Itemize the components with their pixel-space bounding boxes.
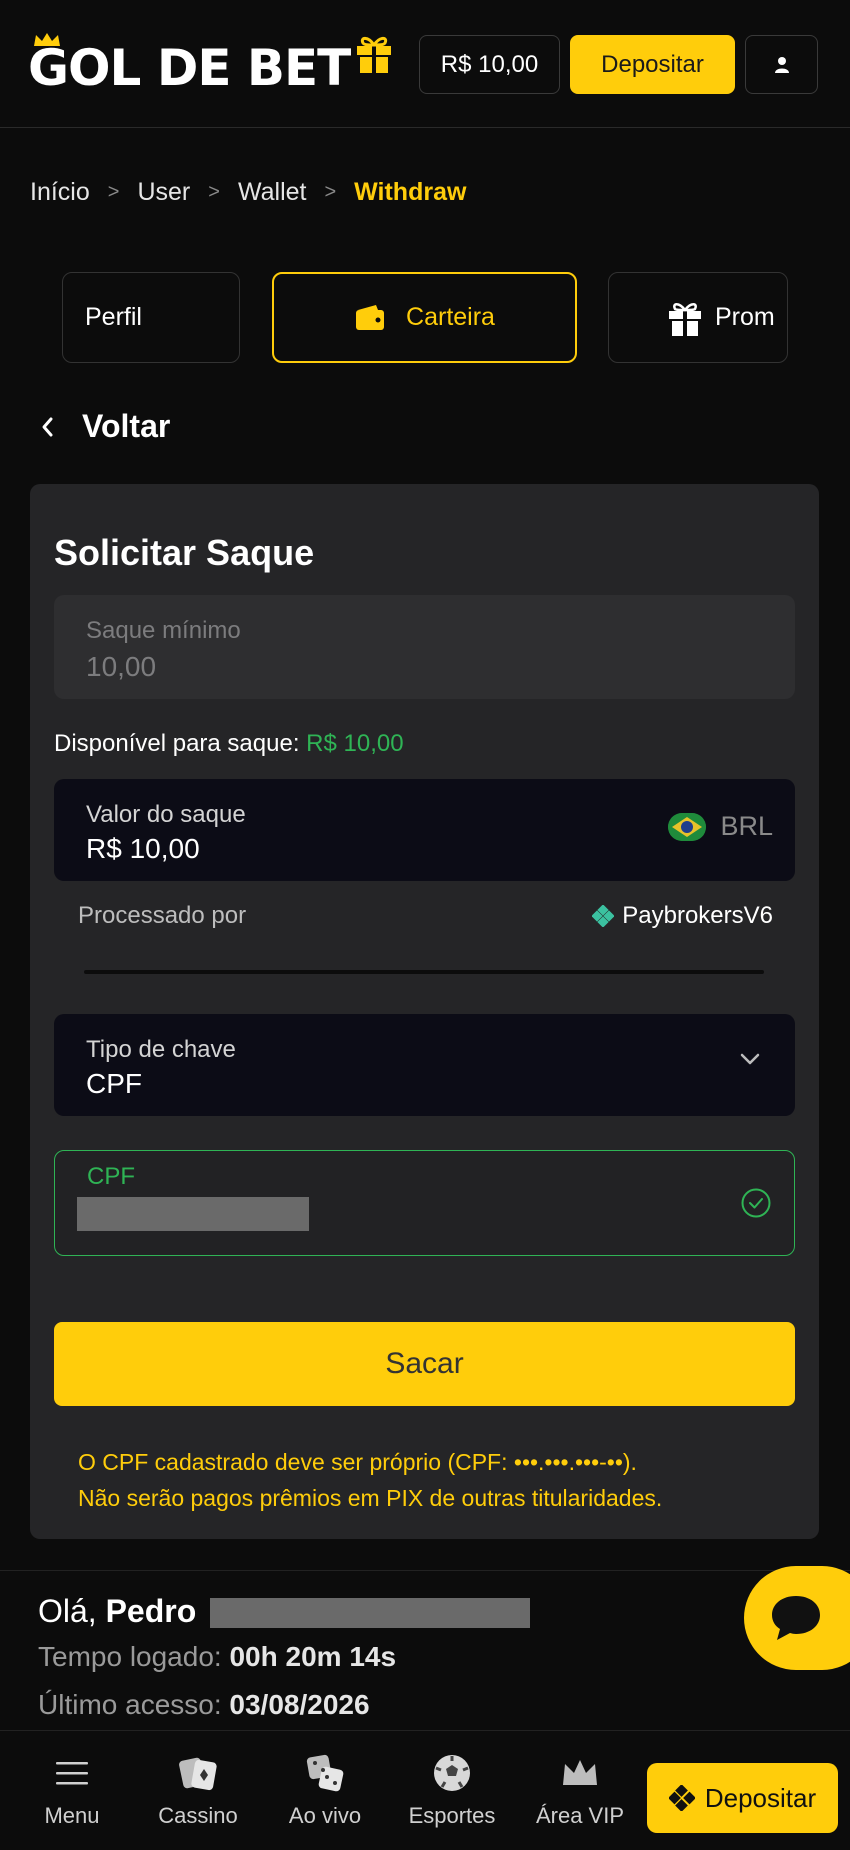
top-header: GOL DE BET R$ 10,00 Depositar [0,0,850,128]
logo[interactable]: GOL DE BET [28,33,351,98]
breadcrumb-separator: > [107,181,120,203]
withdraw-amount-input[interactable]: R$ 10,00 [86,833,200,865]
key-type-select[interactable]: Tipo de chave CPF [54,1014,795,1116]
available-balance: Disponível para saque: R$ 10,00 [54,730,404,758]
withdraw-submit-button[interactable]: Sacar [54,1322,795,1406]
time-logged-value: 00h 20m 14s [229,1641,397,1672]
crown-icon [563,1760,597,1785]
tab-label: Perfil [85,303,142,331]
nav-menu[interactable]: Menu [22,1731,122,1850]
crown-icon [34,33,60,46]
breadcrumb-wallet[interactable]: Wallet [238,178,307,207]
breadcrumb-user[interactable]: User [137,178,190,207]
nav-deposit-label: Depositar [704,1782,817,1813]
available-amount: R$ 10,00 [306,730,404,757]
greeting-name: Pedro [105,1593,197,1629]
nav-label: Cassino [158,1803,238,1828]
surname-redacted [210,1598,530,1628]
deposit-button[interactable]: Depositar [570,35,735,94]
greeting-text: Olá, Pedro [38,1593,196,1630]
available-label: Disponível para saque: [54,730,300,757]
tab-promocoes[interactable]: Prom [608,272,788,363]
dice-icon [306,1754,344,1792]
nav-deposit-button[interactable]: Depositar [647,1763,838,1833]
processed-by-label: Processado por [78,902,247,929]
cpf-value-redacted[interactable] [77,1197,309,1231]
provider-name: PaybrokersV6 [622,902,773,929]
check-circle-icon [741,1188,771,1218]
withdraw-amount-label: Valor do saque [86,801,246,828]
nav-label: Área VIP [535,1803,625,1828]
tab-carteira[interactable]: Carteira [272,272,577,363]
hamburger-menu-icon [56,1762,88,1785]
user-greeting: Olá, Pedro Tempo logado: 00h 20m 14s Últ… [0,1570,850,1730]
withdraw-amount-field[interactable]: Valor do saque R$ 10,00 BRL [54,779,795,881]
last-access-value: 03/08/2026 [229,1689,370,1720]
min-withdraw-value: 10,00 [86,651,157,682]
breadcrumb: Início > User > Wallet > Withdraw [30,178,466,207]
breadcrumb-separator: > [208,181,220,203]
tab-label: Prom [715,303,775,331]
tab-label: Carteira [406,303,495,331]
last-access: Último acesso: 03/08/2026 [38,1689,370,1721]
tab-perfil[interactable]: Perfil [62,272,240,363]
deposit-diamond-icon [668,1785,695,1811]
time-logged: Tempo logado: 00h 20m 14s [38,1641,396,1673]
chevron-down-icon [740,1053,760,1065]
back-button[interactable]: Voltar [40,408,170,445]
breadcrumb-separator: > [324,181,337,203]
nav-ao-vivo[interactable]: Ao vivo [275,1731,375,1850]
time-logged-label: Tempo logado: [38,1641,222,1672]
nav-esportes[interactable]: Esportes [402,1731,502,1850]
user-menu-button[interactable] [745,35,818,94]
wallet-icon [356,304,385,330]
gift-icon[interactable] [354,32,394,74]
notice-line: O CPF cadastrado deve ser próprio (CPF: … [78,1449,637,1475]
key-type-label: Tipo de chave [86,1036,236,1063]
provider-logo-icon [592,905,615,927]
breadcrumb-current: Withdraw [354,178,467,206]
nav-label: Esportes [408,1803,496,1828]
divider [84,970,764,974]
key-type-value: CPF [86,1068,142,1099]
breadcrumb-home[interactable]: Início [30,178,90,207]
user-icon [774,56,789,73]
payment-provider: PaybrokersV6 [592,902,773,930]
nav-label: Menu [44,1803,100,1828]
back-label: Voltar [82,408,171,444]
cpf-label: CPF [87,1163,135,1190]
balance-button[interactable]: R$ 10,00 [419,35,560,94]
greeting-hello: Olá, [38,1593,97,1629]
currency-code: BRL [720,811,773,841]
bottom-navigation: Menu Cassino Ao vivo Esportes Área VIP D… [0,1730,850,1850]
min-withdraw-field: Saque mínimo 10,00 [54,595,795,699]
soccer-ball-icon [434,1755,470,1791]
logo-text: GOL DE BET [28,39,351,97]
notice-line: Não serão pagos prêmios em PIX de outras… [78,1485,663,1511]
chevron-left-icon [42,417,53,436]
brazil-flag-icon [668,812,707,841]
nav-cassino[interactable]: Cassino [148,1731,248,1850]
gift-icon [669,303,701,336]
cpf-field[interactable]: CPF [54,1150,795,1256]
nav-area-vip[interactable]: Área VIP [530,1731,630,1850]
chat-button[interactable] [744,1566,850,1670]
cpf-notice: O CPF cadastrado deve ser próprio (CPF: … [78,1444,778,1516]
last-access-label: Último acesso: [38,1689,222,1720]
min-withdraw-label: Saque mínimo [86,617,241,644]
withdraw-card: Solicitar Saque Saque mínimo 10,00 Dispo… [30,484,819,1539]
withdraw-title: Solicitar Saque [54,532,315,573]
chat-bubble-icon [772,1596,820,1640]
cards-icon [179,1757,217,1791]
nav-label: Ao vivo [288,1803,362,1828]
currency-indicator: BRL [668,811,773,842]
